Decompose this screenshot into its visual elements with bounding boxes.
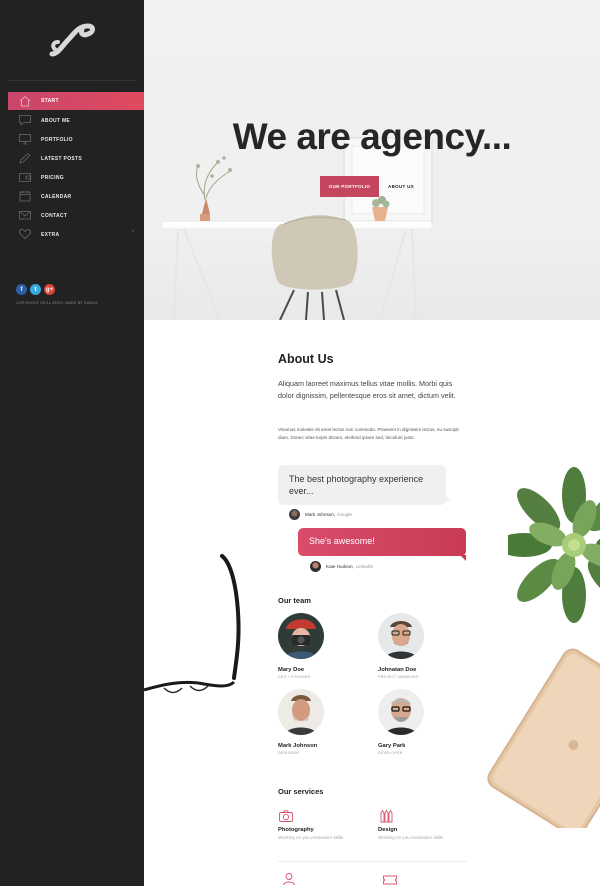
member-photo (378, 689, 424, 735)
service-title: Photography (278, 827, 314, 833)
about-title: About Us (278, 352, 334, 366)
member-photo (278, 613, 324, 659)
heart-icon (18, 228, 32, 240)
testimonial-bubble: The best photography experience ever... (278, 465, 452, 505)
member-role: CEO / FOUNDER (278, 675, 311, 679)
users-icon (283, 873, 295, 886)
sidebar-item-start[interactable]: START (8, 92, 146, 110)
tablet-decoration (487, 648, 600, 828)
team-member[interactable]: Gary Park DEVELOPER (378, 689, 458, 755)
sidebar-item-latest-posts[interactable]: LATEST POSTS (8, 149, 144, 168)
sidebar-divider (8, 80, 136, 81)
avatar (289, 509, 300, 520)
service-item[interactable]: Photography Working on you motivation sk… (278, 809, 378, 840)
hero: We are agency... OUR PORTFOLIO ABOUT US (144, 0, 600, 320)
testimonial-bubble-highlight: She's awesome! (298, 528, 466, 561)
member-name: Johnatan Doe (378, 667, 417, 673)
sidebar-item-label: START (41, 98, 59, 104)
about-lead: Aliquam laoreet maximus tellus vitae mol… (278, 379, 456, 400)
sidebar-item-label: CALENDAR (41, 193, 72, 200)
logo-icon[interactable] (48, 22, 96, 58)
mail-icon (18, 209, 32, 221)
facebook-icon[interactable]: f (16, 284, 27, 295)
team-member[interactable]: Mary Doe CEO / FOUNDER (278, 613, 358, 679)
hero-buttons: OUR PORTFOLIO ABOUT US (320, 176, 423, 197)
calendar-icon (18, 190, 32, 202)
sidebar-item-calendar[interactable]: CALENDAR (8, 187, 144, 206)
sidebar-item-label: PORTFOLIO (41, 136, 73, 143)
services-divider (278, 861, 467, 862)
sidebar-nav: START ABOUT ME PORTFOLIO LATEST POSTS PR… (8, 92, 146, 244)
member-role: PROJECT MANAGER (378, 675, 419, 679)
succulent-plant-decoration (508, 467, 600, 623)
chevron-right-icon[interactable]: › (132, 228, 134, 235)
member-photo (278, 689, 324, 735)
sidebar-item-portfolio[interactable]: PORTFOLIO (8, 130, 144, 149)
sidebar-item-label: ABOUT ME (41, 117, 71, 124)
pencils-icon (378, 809, 394, 823)
member-name: Mary Doe (278, 667, 305, 673)
service-title: Design (378, 827, 398, 833)
chat-icon (18, 114, 32, 126)
member-name: Gary Park (378, 743, 406, 749)
member-name: Mark Johnson (278, 743, 318, 749)
glasses-decoration (144, 554, 241, 694)
hero-desk-scene (161, 137, 433, 320)
service-desc: Working on you motivation skills (278, 835, 344, 840)
about-body: Vivamus molestie sit amet lectus non com… (278, 427, 459, 440)
copyright-text: COPYRIGHT SKILL ZERO. MADE BY SUBUS. (16, 301, 99, 305)
sidebar-item-pricing[interactable]: PRICING (8, 168, 144, 187)
pen-icon (18, 152, 32, 164)
sidebar-item-label: LATEST POSTS (41, 155, 83, 162)
testimonial-author: Kate Hudson, LinkedIn (310, 561, 373, 572)
our-portfolio-button[interactable]: OUR PORTFOLIO (320, 176, 379, 197)
member-role: DEVELOPER (378, 751, 403, 755)
member-role: DESIGNER (278, 751, 300, 755)
service-desc: Working on you motivation skills (378, 835, 444, 840)
team-title: Our team (278, 596, 311, 605)
author-name: Mark Johnson, (305, 512, 336, 517)
camera-icon (278, 809, 294, 823)
sidebar-item-label: PRICING (41, 174, 64, 181)
author-name: Kate Hudson, (326, 564, 354, 569)
sidebar-item-label: EXTRA (41, 231, 60, 238)
sidebar-item-about-me[interactable]: ABOUT ME (8, 111, 144, 130)
team-member[interactable]: Johnatan Doe PROJECT MANAGER (378, 613, 458, 679)
sidebar-item-contact[interactable]: CONTACT (8, 206, 144, 225)
testimonial-author: Mark Johnson, Google (289, 509, 352, 520)
avatar (310, 561, 321, 572)
member-photo (378, 613, 424, 659)
wallet-icon (18, 171, 32, 183)
about-us-button[interactable]: ABOUT US (379, 176, 423, 197)
sidebar-item-extra[interactable]: EXTRA › (8, 225, 144, 244)
home-icon (18, 95, 32, 107)
twitter-icon[interactable]: t (30, 284, 41, 295)
hero-title: We are agency... (232, 116, 512, 157)
team-member[interactable]: Mark Johnson DESIGNER (278, 689, 358, 755)
sidebar: START ABOUT ME PORTFOLIO LATEST POSTS PR… (0, 0, 146, 886)
author-company: LinkedIn (355, 564, 374, 569)
monitor-icon (18, 133, 32, 145)
sidebar-item-label: CONTACT (41, 212, 68, 219)
ticket-icon (383, 875, 397, 885)
services-title: Our services (278, 787, 324, 796)
google-plus-icon[interactable]: g+ (44, 284, 55, 295)
service-item[interactable]: Design Working on you motivation skills (378, 809, 478, 840)
social-links: f t g+ (16, 284, 55, 295)
author-company: Google (337, 512, 352, 517)
